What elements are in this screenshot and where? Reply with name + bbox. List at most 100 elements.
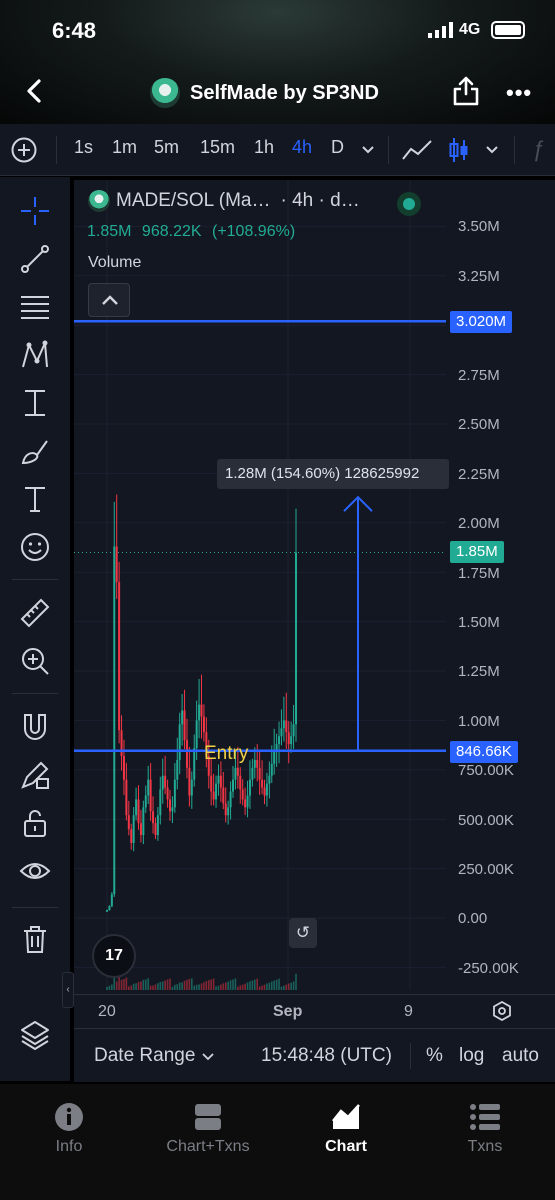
candle-body — [193, 748, 196, 780]
interval-d[interactable]: D — [331, 137, 344, 158]
candle-body — [261, 779, 264, 788]
chevron-down-icon[interactable] — [202, 1053, 214, 1061]
candle-body — [287, 732, 290, 745]
candle-body — [118, 582, 121, 731]
candle-body — [178, 724, 181, 760]
volume-bar — [224, 982, 227, 990]
candle-body — [106, 910, 108, 912]
ruler-icon[interactable] — [17, 595, 53, 631]
interval-1s[interactable]: 1s — [74, 137, 93, 158]
trash-icon[interactable] — [17, 921, 53, 957]
layers-icon[interactable] — [17, 1017, 53, 1053]
candle-body — [224, 803, 227, 816]
magnet-icon[interactable] — [17, 709, 53, 745]
volume-bar — [115, 981, 118, 990]
candle-body — [181, 710, 184, 725]
brush-icon[interactable] — [17, 433, 53, 469]
candle-body — [270, 763, 273, 776]
price-axis-label: 2.75M — [458, 367, 500, 384]
volume-indicator-label[interactable]: Volume — [88, 254, 141, 272]
volume-bar — [188, 978, 191, 990]
interval-15m[interactable]: 15m — [200, 137, 235, 158]
volume-bar — [125, 977, 128, 990]
log-scale-toggle[interactable]: log — [459, 1045, 484, 1067]
collapse-legend-button[interactable] — [88, 283, 130, 317]
trend-line-icon[interactable] — [17, 241, 53, 277]
volume-bar — [283, 985, 285, 990]
interval-5m[interactable]: 5m — [154, 137, 179, 158]
candle-body — [258, 767, 261, 780]
indicators-icon[interactable]: ƒ — [532, 136, 544, 162]
measure-tool-icon[interactable] — [17, 385, 53, 421]
chart-bottom-bar: Date Range 15:48:48 (UTC) % log auto — [74, 1028, 555, 1082]
candle-body — [292, 724, 295, 737]
text-tool-icon[interactable] — [17, 481, 53, 517]
change-value: 968.22K — [141, 223, 202, 240]
candle-body — [154, 823, 157, 836]
entry-line-price-tag[interactable]: 846.66K — [450, 741, 518, 763]
tab-chart-txns[interactable]: Chart+Txns — [148, 1102, 268, 1156]
upper-line-price-tag[interactable]: 3.020M — [450, 311, 513, 333]
auto-scale-toggle[interactable]: auto — [502, 1045, 539, 1067]
fib-retracement-icon[interactable] — [17, 289, 53, 325]
volume-bar — [169, 978, 171, 990]
volume-bar — [106, 986, 108, 990]
tab-chart[interactable]: Chart — [286, 1102, 406, 1156]
zoom-in-icon[interactable] — [17, 643, 53, 679]
volume-bar — [166, 979, 169, 990]
volume-bar — [130, 985, 133, 990]
price-axis-label: 500.00K — [458, 812, 514, 829]
more-options-icon[interactable]: ••• — [506, 80, 532, 106]
volume-bar — [263, 984, 266, 990]
volume-bar — [181, 982, 183, 990]
symbol-name[interactable]: MADE/SOL (Ma… — [116, 190, 271, 212]
chart-type-dropdown-icon[interactable] — [486, 145, 498, 155]
drawing-toolbar — [0, 177, 70, 1081]
emoji-icon[interactable] — [17, 529, 53, 565]
chart-pane[interactable]: MADE/SOL (Ma… · 4h · d… 1.85M 968.22K (+… — [74, 180, 555, 1000]
tab-label: Chart — [325, 1138, 367, 1155]
tradingview-logo[interactable]: 17 — [92, 934, 136, 978]
entry-label[interactable]: Entry — [204, 743, 248, 765]
date-range-button[interactable]: Date Range — [94, 1045, 195, 1067]
time-axis[interactable]: 20 Sep 9 — [74, 994, 555, 1028]
utc-clock[interactable]: 15:48:48 (UTC) — [261, 1045, 392, 1067]
volume-bar — [142, 979, 145, 990]
pattern-icon[interactable] — [17, 337, 53, 373]
volume-bar — [183, 980, 186, 990]
volume-bar — [171, 986, 174, 990]
interval-dropdown-icon[interactable] — [362, 145, 374, 155]
lock-drawings-icon[interactable] — [17, 757, 53, 793]
back-arrow-icon[interactable] — [22, 78, 48, 104]
share-icon[interactable] — [452, 76, 480, 106]
volume-bar — [287, 983, 290, 990]
volume-bar — [164, 980, 166, 990]
collapse-toolbar-icon[interactable]: ‹ — [62, 972, 74, 1008]
candle-body — [110, 894, 113, 907]
interval-4h[interactable]: 4h — [292, 137, 312, 158]
visibility-icon[interactable] — [17, 853, 53, 889]
line-chart-type-icon[interactable] — [401, 137, 433, 163]
bottom-tab-bar: Info Chart+Txns Chart Txns — [0, 1084, 555, 1200]
battery-icon — [491, 21, 525, 39]
settings-icon[interactable] — [492, 1001, 512, 1021]
reset-chart-icon[interactable]: ↺ — [289, 918, 317, 948]
candle-chart-type-icon[interactable] — [448, 136, 470, 164]
header-title-group: SelfMade by SP3ND — [150, 78, 379, 108]
volume-bar — [198, 984, 200, 990]
percent-scale-toggle[interactable]: % — [426, 1045, 443, 1067]
candle-body — [149, 779, 152, 812]
volume-bar — [176, 984, 179, 990]
volume-bar — [273, 980, 275, 990]
interval-1h[interactable]: 1h — [254, 137, 274, 158]
tab-info[interactable]: Info — [9, 1102, 129, 1156]
volume-bar — [278, 978, 280, 990]
crosshair-icon[interactable] — [17, 193, 53, 229]
candle-body — [166, 787, 169, 800]
unlock-icon[interactable] — [17, 805, 53, 841]
volume-bar — [237, 986, 239, 990]
app-header: 6:48 4G SelfMade by SP3ND ••• — [0, 0, 555, 124]
tab-txns[interactable]: Txns — [425, 1102, 545, 1156]
interval-1m[interactable]: 1m — [112, 137, 137, 158]
add-symbol-icon[interactable] — [11, 137, 37, 163]
